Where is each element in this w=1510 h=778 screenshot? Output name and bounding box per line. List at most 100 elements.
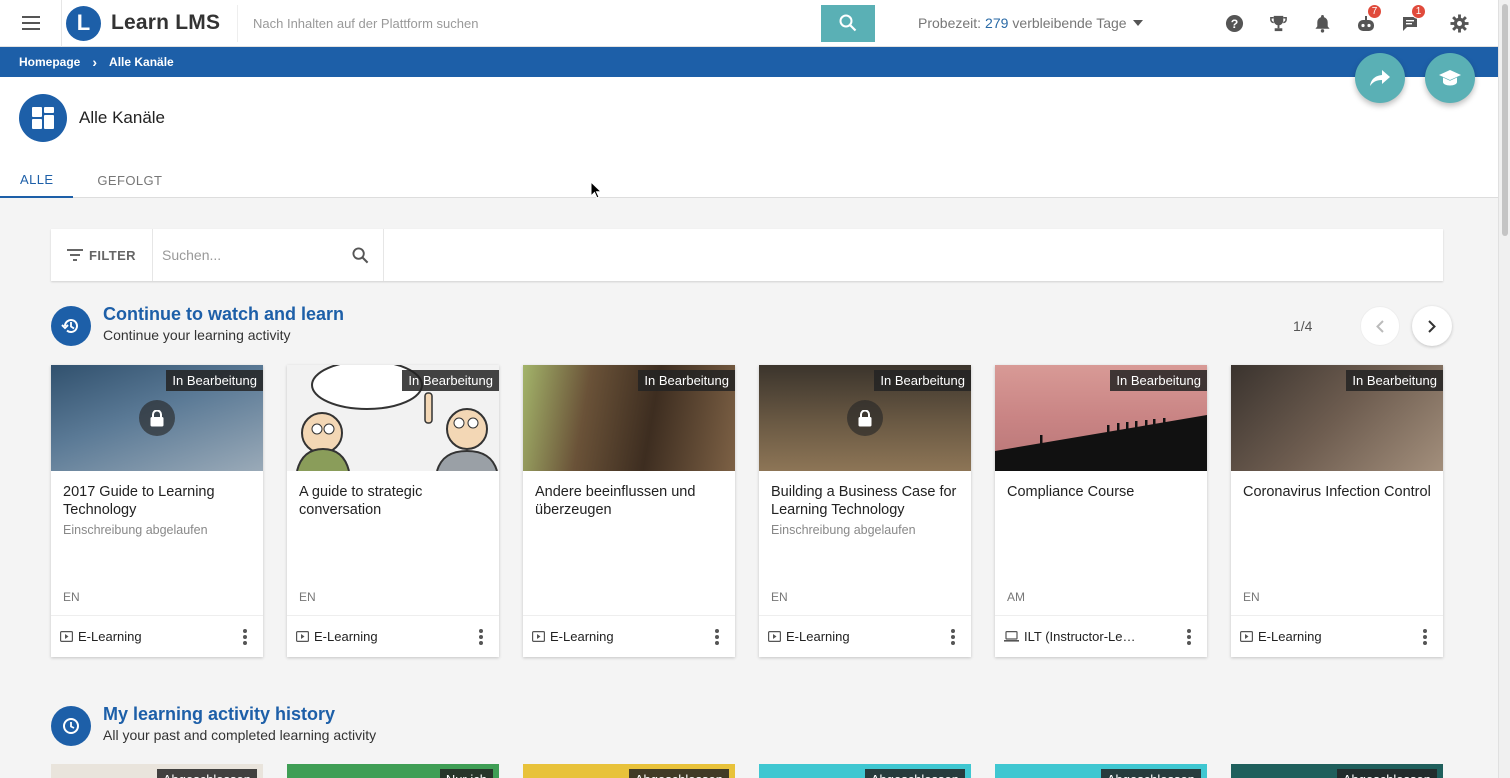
chevron-right-icon: › (92, 54, 98, 70)
course-type: E-Learning (1258, 629, 1322, 644)
course-title[interactable]: Compliance Course (1007, 483, 1195, 501)
filter-button[interactable]: FILTER (51, 229, 153, 281)
carousel-prev-button[interactable] (1360, 306, 1401, 346)
section-subtitle: Continue your learning activity (103, 327, 291, 343)
status-badge: Abgeschlossen (628, 769, 729, 778)
share-fab-button[interactable] (1355, 53, 1405, 103)
tab-gefolgt[interactable]: GEFOLGT (77, 162, 182, 198)
course-title[interactable]: Building a Business Case for Learning Te… (771, 483, 959, 519)
app-name: Learn LMS (111, 11, 221, 34)
page-title: Alle Kanäle (79, 108, 166, 127)
history-section-header: My learning activity history All your pa… (51, 704, 376, 746)
course-title[interactable]: Andere beeinflussen und überzeugen (535, 483, 723, 519)
section-title[interactable]: My learning activity history (103, 704, 376, 725)
caret-down-icon (1132, 20, 1143, 26)
section-title[interactable]: Continue to watch and learn (103, 304, 344, 325)
carousel-pager: 1/4 (1293, 306, 1453, 346)
breadcrumb-current: Alle Kanäle (109, 55, 174, 69)
history-card[interactable]: Abgeschlossen (523, 764, 735, 778)
graduation-cap-icon (1439, 70, 1461, 86)
trophy-icon (1269, 15, 1287, 32)
course-type: E-Learning (314, 629, 378, 644)
trial-status-dropdown[interactable]: Probezeit: 279 verbleibende Tage (918, 15, 1143, 31)
mouse-cursor-icon (590, 181, 602, 199)
page-scrollbar[interactable] (1498, 0, 1510, 778)
breadcrumb-home-link[interactable]: Homepage (19, 55, 80, 69)
enrollment-status: Einschreibung abgelaufen (63, 523, 208, 537)
status-badge: In Bearbeitung (874, 370, 971, 391)
course-type: E-Learning (550, 629, 614, 644)
course-card[interactable]: In Bearbeitung Coronavirus Infection Con… (1231, 365, 1443, 657)
course-language: EN (1243, 590, 1260, 604)
video-play-icon (1240, 631, 1253, 642)
learning-fab-button[interactable] (1425, 53, 1475, 103)
status-badge: In Bearbeitung (1346, 370, 1443, 391)
scrollbar-thumb[interactable] (1502, 4, 1508, 236)
channel-search-input[interactable] (162, 247, 352, 263)
history-restore-icon (51, 306, 91, 346)
global-search-input[interactable] (237, 4, 821, 42)
course-card[interactable]: In Bearbeitung A guide to strategic conv… (287, 365, 499, 657)
trial-prefix: Probezeit: (918, 15, 982, 31)
more-options-icon[interactable] (1187, 629, 1191, 647)
more-options-icon[interactable] (1423, 629, 1427, 647)
status-badge: Abgeschlossen (1336, 769, 1437, 778)
continue-cards: In Bearbeitung 2017 Guide to Learning Te… (51, 365, 1443, 657)
help-button[interactable]: ? (1212, 0, 1256, 47)
bell-icon (1314, 15, 1330, 33)
video-play-icon (532, 631, 545, 642)
breadcrumb: Homepage › Alle Kanäle (0, 47, 1498, 77)
top-bar: L Learn LMS Probezeit: 279 verbleibende … (0, 0, 1498, 47)
history-card[interactable]: Nur ich (287, 764, 499, 778)
video-play-icon (60, 631, 73, 642)
logo-mark: L (66, 5, 101, 41)
course-type: ILT (Instructor-Led Training) (1024, 629, 1142, 644)
global-search-button[interactable] (821, 4, 875, 42)
settings-button[interactable] (1432, 0, 1486, 47)
assistant-button[interactable]: 7 (1344, 0, 1388, 47)
carousel-next-button[interactable] (1412, 306, 1453, 346)
search-icon[interactable] (352, 246, 369, 264)
more-options-icon[interactable] (243, 629, 247, 647)
more-options-icon[interactable] (951, 629, 955, 647)
video-play-icon (296, 631, 309, 642)
history-cards: Abgeschlossen Nur ich Abgeschlossen Abge… (51, 764, 1443, 778)
status-badge: Abgeschlossen (864, 769, 965, 778)
notifications-button[interactable] (1300, 0, 1344, 47)
hamburger-menu-button[interactable] (0, 0, 62, 47)
status-badge: Abgeschlossen (156, 769, 257, 778)
continue-section-header: Continue to watch and learn Continue you… (51, 304, 344, 346)
more-options-icon[interactable] (479, 629, 483, 647)
course-title[interactable]: Coronavirus Infection Control (1243, 483, 1431, 501)
history-card[interactable]: Abgeschlossen (995, 764, 1207, 778)
more-options-icon[interactable] (715, 629, 719, 647)
history-card[interactable]: Abgeschlossen (51, 764, 263, 778)
course-thumbnail: In Bearbeitung (287, 365, 499, 471)
course-card[interactable]: In Bearbeitung Building a Business Case … (759, 365, 971, 657)
share-arrow-icon (1370, 70, 1390, 86)
trial-days: 279 (985, 15, 1009, 31)
course-title[interactable]: 2017 Guide to Learning Technology (63, 483, 251, 519)
clock-icon (51, 706, 91, 746)
history-card[interactable]: Abgeschlossen (1231, 764, 1443, 778)
tab-alle[interactable]: ALLE (0, 162, 74, 198)
app-logo[interactable]: L Learn LMS (62, 5, 237, 41)
channel-search (153, 229, 384, 281)
course-card[interactable]: In Bearbeitung Andere beeinflussen und ü… (523, 365, 735, 657)
course-language: EN (771, 590, 788, 604)
status-badge: In Bearbeitung (1110, 370, 1207, 391)
messages-button[interactable]: 1 (1388, 0, 1432, 47)
menu-icon (21, 16, 40, 30)
course-title[interactable]: A guide to strategic conversation (299, 483, 487, 519)
card-footer: E-Learning (759, 615, 971, 657)
course-card[interactable]: In Bearbeitung Compliance Course AM ILT … (995, 365, 1207, 657)
status-badge: Abgeschlossen (1100, 769, 1201, 778)
svg-text:?: ? (1230, 17, 1238, 31)
status-badge: In Bearbeitung (638, 370, 735, 391)
pager-indicator: 1/4 (1293, 318, 1313, 334)
history-card[interactable]: Abgeschlossen (759, 764, 971, 778)
channel-tabs: ALLE GEFOLGT (0, 162, 182, 198)
course-card[interactable]: In Bearbeitung 2017 Guide to Learning Te… (51, 365, 263, 657)
filter-bar: FILTER (51, 229, 1443, 281)
achievements-button[interactable] (1256, 0, 1300, 47)
